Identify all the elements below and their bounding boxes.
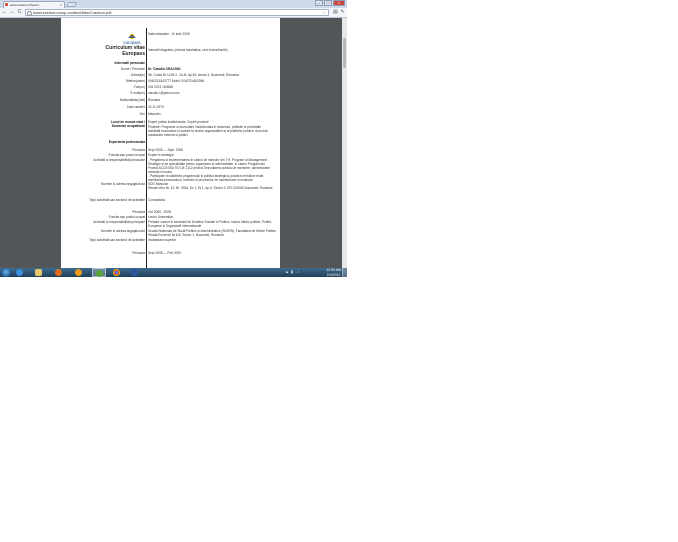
exp-sector: Consultanta (148, 198, 166, 202)
exp-period: Sept 2005 — Sept. 2008 (148, 148, 183, 152)
row-value-fax: 004 0213 160688 (148, 85, 173, 89)
network-icon[interactable]: ▮ (291, 270, 295, 274)
row-label: Data nasterii (127, 105, 145, 109)
maximize-button[interactable]: □ (324, 0, 332, 6)
internet-explorer-taskbar-icon[interactable] (13, 268, 27, 277)
chrome-taskbar-icon[interactable] (110, 268, 124, 277)
exp-role: Expert in strategie (148, 153, 174, 157)
new-tab-button[interactable] (66, 2, 77, 7)
personal-info-heading: Informatii personale (114, 61, 145, 65)
wrench-icon[interactable]: ✎ (339, 9, 346, 16)
exp-employer-label: Numele si adresa angajatorului (101, 182, 145, 186)
row-label: Nationalitate(-tati) (119, 98, 145, 102)
row-value-address: Str. Costa Nr.14 Bl.3 . Sc.B. Ap 63, sec… (148, 73, 239, 77)
row-label: Sex (139, 112, 146, 116)
windows-explorer-taskbar-icon[interactable] (32, 268, 46, 277)
exp-role-label: Functia sau postul ocupat (108, 215, 145, 219)
exp-employer-label: Numele si adresa angajatorului (101, 229, 145, 233)
job-label-2: Domeniul ocupational (111, 124, 145, 128)
clock-time: 12:09 AM (326, 268, 341, 272)
utorrent-taskbar-icon[interactable] (92, 268, 106, 277)
row-label: Adresa(e) (131, 73, 145, 77)
globe-icon (27, 11, 32, 16)
tab-title: www.ezelser.ro/Sorin/... (10, 3, 42, 7)
address-bar[interactable]: www.ezelser.ro/wp-content/files/Cracium.… (25, 9, 329, 16)
exp-period-label: Perioada (132, 210, 145, 214)
exp-sector-label: Tipul activitatii sau sectorul de activi… (89, 238, 145, 242)
exp-duties: - Pregatirea si implementarea in cadrul … (148, 158, 270, 174)
windows-taskbar: ▲ ▮ ♪ 12:09 AM 2/4/2012 (0, 268, 347, 277)
page-menu-icon[interactable]: ▤ (332, 9, 339, 16)
exp-employer-address: Strada Vrbo Nr. 12, Bl. V92a, Sc 1, Et 1… (148, 186, 273, 190)
exp-sector: Invatamant superior (148, 238, 177, 242)
minimize-button[interactable]: – (315, 0, 323, 6)
back-arrow-icon[interactable]: ← (1, 9, 8, 16)
exp-duties-label: Activitati si responsabilitati principal… (93, 220, 145, 224)
tab-bar: www.ezelser.ro/Sorin/... × – □ × (0, 0, 347, 8)
screenshot-viewport: www.ezelser.ro/Sorin/... × – □ × ← → C w… (0, 0, 347, 277)
row-value-birthdate: 22.11.1976 (148, 105, 164, 109)
browser-toolbar: ← → C www.ezelser.ro/wp-content/files/Cr… (0, 8, 347, 18)
media-player-taskbar-icon[interactable] (72, 268, 86, 277)
scrollbar-thumb[interactable] (343, 38, 346, 68)
tab-cv-pdf[interactable]: www.ezelser.ro/Sorin/... × (3, 1, 65, 8)
pdf-favicon-icon (5, 3, 8, 6)
row-label: Telefon(oane) (125, 79, 146, 83)
bookmark-star-icon[interactable]: ☆ (322, 10, 326, 15)
row-label: Fax(uri) (134, 85, 145, 89)
row-value-name: Dr. Claudiu CRACIUN (148, 67, 181, 71)
exp-duties-label: Activitati si responsabilitati principal… (93, 158, 145, 162)
row-value-email[interactable]: claudiu.c@yahoo.com (148, 91, 179, 95)
firefox-taskbar-icon[interactable] (52, 268, 66, 277)
pdf-page: Data redactarii : 10 iulie 2008 europass… (61, 18, 280, 268)
exp-duties-2: - Participare la stabilirea programului … (148, 174, 265, 182)
pdf-scrollbar[interactable] (342, 18, 347, 268)
clock-date: 2/4/2012 (326, 272, 341, 277)
taskbar-clock[interactable]: 12:09 AM 2/4/2012 (326, 268, 341, 277)
volume-icon[interactable]: ♪ (297, 270, 301, 274)
window-controls: – □ × (315, 0, 345, 6)
exp-period: Oct 2005 - 2008 (148, 210, 171, 214)
job-value: Expert politici institutionale. Expert p… (148, 120, 209, 124)
tray-arrow-icon[interactable]: ▲ (285, 270, 289, 274)
exp-duties: Predare cursuri si seminarii de Doctrine… (148, 220, 272, 228)
row-value-nationality: Romana (148, 98, 161, 102)
exp-role: Lector Universitar (148, 215, 173, 219)
show-desktop-button[interactable] (342, 268, 347, 277)
close-window-button[interactable]: × (333, 0, 345, 6)
exp-employer-address: Strada Povernei Nr.6-8, Sector 1, Bucure… (148, 233, 224, 237)
start-button[interactable] (1, 268, 11, 277)
exp-role-label: Functia sau postul ocupat (108, 153, 145, 157)
experience-heading: Experienta profesionala (108, 140, 145, 144)
word-taskbar-icon[interactable] (128, 268, 142, 277)
europass-logo: europass (123, 33, 141, 45)
row-label: E-mail(uri) (130, 91, 145, 95)
cv-divider-line (146, 28, 147, 268)
forward-arrow-icon[interactable]: → (8, 9, 15, 16)
cv-date: Data redactarii : 10 iulie 2008 (148, 32, 190, 36)
photo-note: Inserati fotografia. (rubrica facultativ… (148, 48, 228, 52)
job-description: Proiecte: Programe si dezvoltare institu… (148, 125, 268, 137)
exp-period-label: Perioada (132, 251, 145, 255)
cv-subtitle: Europass (122, 51, 145, 57)
reload-icon[interactable]: C (16, 9, 23, 16)
exp-period-label: Perioada (132, 148, 145, 152)
address-text: www.ezelser.ro/wp-content/files/Cracium.… (33, 10, 112, 15)
row-value-phone: 0040215343777 Mobil: 0040724611956 (148, 79, 205, 83)
row-label: Nume / Prenume (120, 67, 145, 71)
row-value-sex: Masculin (148, 112, 161, 116)
exp-sector-label: Tipul activitatii sau sectorul de activi… (89, 198, 145, 202)
exp-period: Sept 2008 — Feb 2009 (148, 251, 181, 255)
